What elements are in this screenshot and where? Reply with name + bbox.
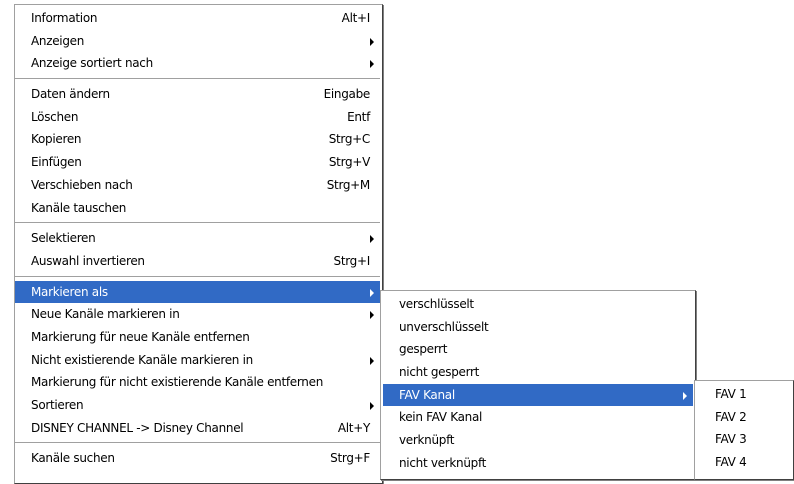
menu-item-label: verschlüsselt xyxy=(399,297,474,311)
menu-item-label: Auswahl invertieren xyxy=(31,253,145,268)
menu-item-shortcut: Strg+V xyxy=(328,155,370,170)
menu-item-label: FAV 1 xyxy=(715,387,747,401)
menu-item-anzeigen[interactable]: Anzeigen xyxy=(15,30,380,53)
submenu-arrow-icon xyxy=(370,288,374,297)
menu-item-label: Neue Kanäle markieren in xyxy=(31,307,180,322)
submenu-item-fav-4[interactable]: FAV 4 xyxy=(697,451,791,474)
menu-item-label: Markierung für neue Kanäle entfernen xyxy=(31,329,250,344)
submenu-arrow-icon xyxy=(370,311,374,320)
submenu-item-verknuepft[interactable]: verknüpft xyxy=(383,429,693,452)
menu-item-sortieren[interactable]: Sortieren xyxy=(15,394,380,417)
submenu-item-verschluesselt[interactable]: verschlüsselt xyxy=(383,293,693,316)
menu-item-label: nicht verknüpft xyxy=(399,455,487,470)
menu-item-label: Information xyxy=(31,11,98,25)
menu-item-label: Markierung für nicht existierende Kanäle… xyxy=(31,375,323,390)
menu-item-label: Löschen xyxy=(31,109,79,124)
menu-item-label: Selektieren xyxy=(31,231,96,246)
submenu-arrow-icon xyxy=(370,402,374,410)
fav-kanal-submenu: FAV 1 FAV 2 FAV 3 FAV 4 xyxy=(694,380,794,480)
menu-item-label: FAV 4 xyxy=(715,455,747,470)
menu-item-shortcut: Eingabe xyxy=(323,87,371,102)
menu-item-label: verknüpft xyxy=(399,433,455,448)
menu-item-label: DISNEY CHANNEL -> Disney Channel xyxy=(31,420,244,435)
menu-item-kopieren[interactable]: Kopieren Strg+C xyxy=(15,128,380,151)
menu-item-nicht-existierende-markieren-in[interactable]: Nicht existierende Kanäle markieren in xyxy=(15,349,380,372)
menu-item-markierung-nicht-existierende-entfernen[interactable]: Markierung für nicht existierende Kanäle… xyxy=(15,371,380,394)
menu-item-anzeige-sortiert-nach[interactable]: Anzeige sortiert nach xyxy=(15,52,380,75)
menu-separator xyxy=(15,78,380,81)
menu-item-label: Nicht existierende Kanäle markieren in xyxy=(31,352,253,367)
menu-item-label: kein FAV Kanal xyxy=(399,410,483,425)
menu-item-label: FAV Kanal xyxy=(399,387,455,402)
submenu-item-nicht-gesperrt[interactable]: nicht gesperrt xyxy=(383,361,693,384)
menu-item-kanaele-suchen[interactable]: Kanäle suchen Strg+F xyxy=(15,447,380,470)
menu-item-loeschen[interactable]: Löschen Entf xyxy=(15,106,380,129)
menu-item-markierung-neue-entfernen[interactable]: Markierung für neue Kanäle entfernen xyxy=(15,326,380,349)
menu-item-kanaele-tauschen[interactable]: Kanäle tauschen xyxy=(15,197,380,220)
menu-item-information[interactable]: Information Alt+I xyxy=(15,7,380,30)
menu-item-label: Anzeigen xyxy=(31,33,85,48)
submenu-arrow-icon xyxy=(370,60,374,69)
menu-item-label: Anzeige sortiert nach xyxy=(31,56,153,71)
menu-separator xyxy=(15,275,380,278)
submenu-arrow-icon xyxy=(370,235,374,244)
menu-item-auswahl-invertieren[interactable]: Auswahl invertieren Strg+I xyxy=(15,250,380,273)
menu-item-shortcut: Strg+M xyxy=(326,177,371,192)
menu-item-label: unverschlüsselt xyxy=(399,319,489,334)
menu-item-neue-kanaele-markieren-in[interactable]: Neue Kanäle markieren in xyxy=(15,303,380,326)
menu-item-label: Kopieren xyxy=(31,132,82,147)
menu-item-label: Markieren als xyxy=(31,284,108,299)
menu-item-label: Einfügen xyxy=(31,155,82,170)
menu-item-disney-channel-rename[interactable]: DISNEY CHANNEL -> Disney Channel Alt+Y xyxy=(15,417,380,440)
menu-separator xyxy=(15,222,380,225)
menu-item-label: Daten ändern xyxy=(31,87,110,102)
menu-item-label: nicht gesperrt xyxy=(399,365,480,380)
submenu-item-fav-kanal[interactable]: FAV Kanal xyxy=(383,383,693,407)
menu-item-markieren-als[interactable]: Markieren als xyxy=(15,280,380,304)
submenu-item-fav-2[interactable]: FAV 2 xyxy=(697,406,791,429)
submenu-item-nicht-verknuepft[interactable]: nicht verknüpft xyxy=(383,452,693,475)
submenu-arrow-icon xyxy=(683,391,687,400)
submenu-arrow-icon xyxy=(370,356,374,365)
context-menu: Information Alt+I Anzeigen Anzeige sorti… xyxy=(14,4,383,484)
menu-item-label: FAV 2 xyxy=(715,409,747,424)
submenu-item-gesperrt[interactable]: gesperrt xyxy=(383,338,693,361)
submenu-item-unverschluesselt[interactable]: unverschlüsselt xyxy=(383,316,693,339)
markieren-als-submenu: verschlüsselt unverschlüsselt gesperrt n… xyxy=(380,290,696,480)
menu-item-label: gesperrt xyxy=(399,342,448,357)
menu-item-label: Kanäle suchen xyxy=(31,451,115,466)
menu-item-selektieren[interactable]: Selektieren xyxy=(15,227,380,250)
menu-item-label: Sortieren xyxy=(31,398,84,412)
submenu-item-fav-1[interactable]: FAV 1 xyxy=(697,383,791,406)
menu-item-daten-aendern[interactable]: Daten ändern Eingabe xyxy=(15,83,380,106)
menu-item-shortcut: Strg+I xyxy=(333,253,371,268)
submenu-item-kein-fav-kanal[interactable]: kein FAV Kanal xyxy=(383,406,693,429)
menu-item-shortcut: Alt+I xyxy=(341,11,371,25)
submenu-item-fav-3[interactable]: FAV 3 xyxy=(697,428,791,451)
menu-item-shortcut: Strg+C xyxy=(328,132,371,147)
menu-item-label: Kanäle tauschen xyxy=(31,200,127,215)
menu-separator xyxy=(15,442,380,445)
submenu-arrow-icon xyxy=(370,37,374,46)
menu-item-shortcut: Entf xyxy=(347,109,370,124)
menu-item-shortcut: Alt+Y xyxy=(337,420,370,435)
menu-item-label: FAV 3 xyxy=(715,432,747,447)
menu-item-einfuegen[interactable]: Einfügen Strg+V xyxy=(15,151,380,174)
menu-item-verschieben-nach[interactable]: Verschieben nach Strg+M xyxy=(15,174,380,197)
menu-item-label: Verschieben nach xyxy=(31,177,133,192)
menu-item-shortcut: Strg+F xyxy=(330,451,370,466)
